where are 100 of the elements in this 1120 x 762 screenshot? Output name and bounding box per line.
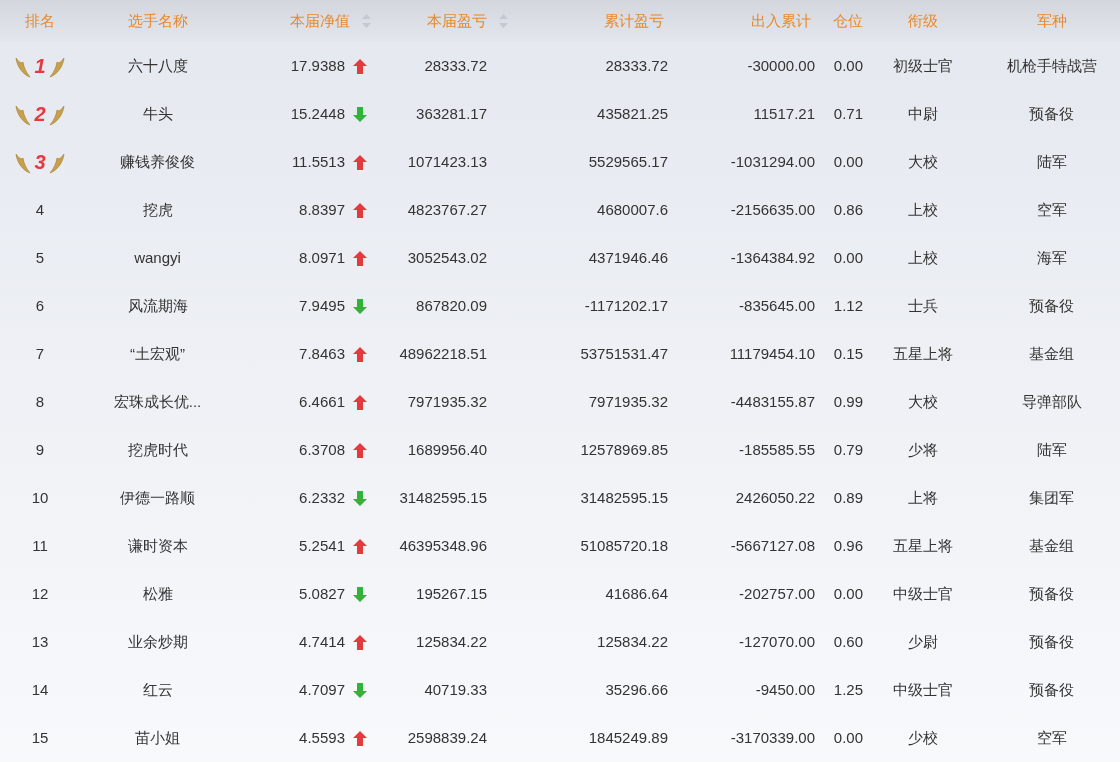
player-name: “土宏观”: [130, 343, 185, 364]
rank-medal: 3: [14, 147, 66, 177]
position-ratio: 0.96: [833, 535, 863, 556]
player-name: 业余炒期: [127, 631, 188, 652]
rank-medal: 2: [14, 99, 66, 129]
position-ratio: 1.12: [833, 295, 863, 316]
season-pnl: 7971935.32: [407, 391, 487, 412]
rank-number: 12: [31, 583, 49, 604]
total-pnl: 1845249.89: [588, 727, 668, 748]
service-branch: 陆军: [1036, 439, 1067, 460]
position-ratio: 0.79: [833, 439, 863, 460]
total-pnl: 4371946.46: [588, 247, 668, 268]
cash-flow: -1031294.00: [730, 151, 815, 172]
position-ratio: 1.25: [833, 679, 863, 700]
rank-number: 8: [35, 391, 45, 412]
net-value: 6.2332: [299, 487, 345, 508]
service-branch: 预备役: [1029, 103, 1074, 124]
net-value: 7.9495: [299, 295, 345, 316]
position-ratio: 0.60: [833, 631, 863, 652]
total-pnl: 53751531.47: [580, 343, 668, 364]
service-branch: 空军: [1036, 199, 1067, 220]
player-name: 挖虎时代: [127, 439, 188, 460]
total-pnl: 35296.66: [605, 679, 668, 700]
rank-number: 4: [35, 199, 45, 220]
rank-number: 10: [31, 487, 49, 508]
position-ratio: 0.71: [833, 103, 863, 124]
season-pnl: 40719.33: [424, 679, 487, 700]
total-pnl: 31482595.15: [580, 487, 668, 508]
total-pnl: 28333.72: [605, 55, 668, 76]
season-pnl: 4823767.27: [407, 199, 487, 220]
season-pnl: 867820.09: [416, 295, 487, 316]
rank-title: 上校: [908, 247, 938, 268]
column-header: 选手名称: [127, 10, 188, 31]
net-value: 8.8397: [299, 199, 345, 220]
season-pnl: 3052543.02: [407, 247, 487, 268]
column-header: 仓位: [833, 10, 863, 31]
season-pnl: 48962218.51: [399, 343, 487, 364]
position-ratio: 0.99: [833, 391, 863, 412]
total-pnl: 4680007.6: [597, 199, 668, 220]
net-value: 17.9388: [290, 55, 345, 76]
sort-icon[interactable]: [499, 14, 508, 28]
total-pnl: 125834.22: [597, 631, 668, 652]
player-name: 宏珠成长优...: [113, 391, 202, 412]
position-ratio: 0.00: [833, 583, 863, 604]
total-pnl: 12578969.85: [580, 439, 668, 460]
cash-flow: -30000.00: [747, 55, 815, 76]
column-header[interactable]: 本届盈亏: [427, 9, 487, 33]
cash-flow: -2156635.00: [730, 199, 815, 220]
cash-flow: -3170339.00: [730, 727, 815, 748]
net-value: 4.7097: [299, 679, 345, 700]
player-name: 六十八度: [127, 55, 188, 76]
cash-flow: -4483155.87: [730, 391, 815, 412]
rank-number: 9: [35, 439, 45, 460]
net-value: 15.2448: [290, 103, 345, 124]
rank-title: 士兵: [908, 295, 938, 316]
position-ratio: 0.00: [833, 247, 863, 268]
cash-flow: -185585.55: [739, 439, 815, 460]
season-pnl: 31482595.15: [399, 487, 487, 508]
net-value: 4.5593: [299, 727, 345, 748]
sort-icon[interactable]: [362, 14, 371, 28]
rank-title: 大校: [908, 151, 938, 172]
rank-title: 少将: [908, 439, 938, 460]
player-name: 松雅: [142, 583, 173, 604]
service-branch: 集团军: [1029, 487, 1074, 508]
position-ratio: 0.89: [833, 487, 863, 508]
cash-flow: -202757.00: [739, 583, 815, 604]
service-branch: 空军: [1036, 727, 1067, 748]
net-value: 6.3708: [299, 439, 345, 460]
net-value: 5.2541: [299, 535, 345, 556]
column-header: 衔级: [908, 10, 938, 31]
column-header[interactable]: 本届净值: [290, 9, 350, 33]
total-pnl: 5529565.17: [588, 151, 668, 172]
position-ratio: 0.15: [833, 343, 863, 364]
rank-number: 14: [31, 679, 49, 700]
player-name: 风流期海: [127, 295, 188, 316]
rank-title: 初级士官: [893, 55, 953, 76]
season-pnl: 2598839.24: [407, 727, 487, 748]
cash-flow: -835645.00: [739, 295, 815, 316]
rank-title: 五星上将: [893, 343, 953, 364]
cash-flow: -9450.00: [755, 679, 815, 700]
service-branch: 预备役: [1029, 631, 1074, 652]
player-name: wangyi: [134, 247, 181, 268]
player-name: 谦时资本: [127, 535, 188, 556]
net-value: 11.5513: [291, 151, 345, 172]
service-branch: 基金组: [1029, 343, 1074, 364]
service-branch: 预备役: [1029, 583, 1074, 604]
rank-number: 5: [35, 247, 45, 268]
service-branch: 导弹部队: [1021, 391, 1082, 412]
rank-title: 大校: [908, 391, 938, 412]
rank-title: 中级士官: [893, 583, 953, 604]
player-name: 挖虎: [142, 199, 173, 220]
season-pnl: 1689956.40: [407, 439, 487, 460]
cash-flow: -1364384.92: [730, 247, 815, 268]
rank-title: 少校: [908, 727, 938, 748]
total-pnl: 7971935.32: [588, 391, 668, 412]
rank-title: 五星上将: [893, 535, 953, 556]
rank-medal: 1: [14, 51, 66, 81]
service-branch: 预备役: [1029, 295, 1074, 316]
cash-flow: 11517.21: [753, 103, 815, 124]
rank-number: 13: [31, 631, 49, 652]
